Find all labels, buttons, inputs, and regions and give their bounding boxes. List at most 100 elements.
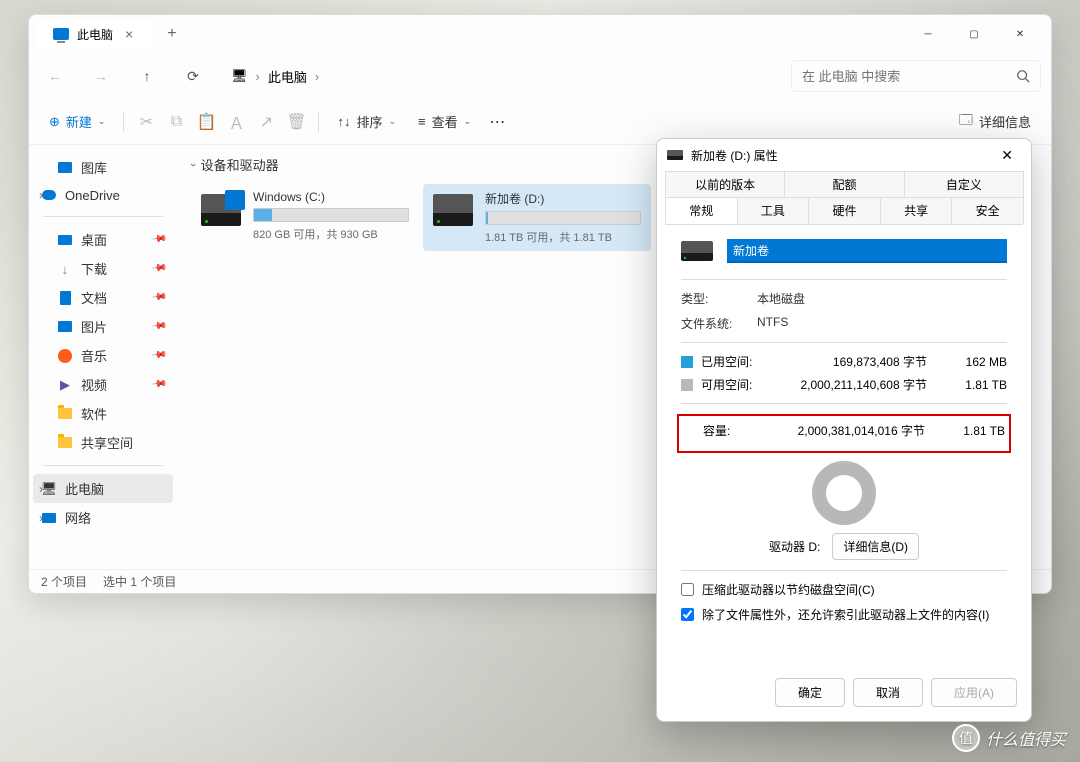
back-button[interactable]: ← <box>39 60 71 92</box>
maximize-button[interactable]: ▢ <box>951 18 997 50</box>
search-icon <box>1016 69 1030 83</box>
used-swatch-icon <box>681 356 693 368</box>
type-label: 类型: <box>681 290 757 307</box>
this-pc-icon <box>53 28 69 40</box>
watermark-text: 什么值得买 <box>986 726 1066 750</box>
details-pane-button[interactable]: 🗔 详细信息 <box>949 105 1041 139</box>
selected-count: 选中 1 个项目 <box>103 573 176 590</box>
search-box[interactable] <box>791 60 1041 92</box>
share-button[interactable]: ↗ <box>252 108 280 136</box>
tab-title: 此电脑 <box>77 26 113 43</box>
apply-button[interactable]: 应用(A) <box>931 678 1017 707</box>
breadcrumb-sep: › <box>315 69 319 84</box>
dialog-body: 类型:本地磁盘 文件系统:NTFS 已用空间: 169,873,408 字节 1… <box>665 224 1023 669</box>
rename-button[interactable]: Ａ <box>222 108 250 136</box>
sidebar-item-desktop[interactable]: 桌面📌 <box>33 225 173 254</box>
sidebar-item-music[interactable]: 音乐📌 <box>33 341 173 370</box>
more-button[interactable]: ⋯ <box>483 108 511 136</box>
cancel-button[interactable]: 取消 <box>853 678 923 707</box>
close-button[interactable]: ✕ <box>997 18 1043 50</box>
used-space-row: 已用空间: 169,873,408 字节 162 MB <box>681 353 1007 370</box>
volume-name-input[interactable] <box>727 239 1007 263</box>
usage-pie-chart <box>812 461 876 525</box>
chevron-down-icon: ⌄ <box>98 116 106 127</box>
dialog-title-bar[interactable]: 新加卷 (D:) 属性 ✕ <box>657 139 1031 171</box>
sidebar-item-documents[interactable]: 文档📌 <box>33 283 173 312</box>
tab-hardware[interactable]: 硬件 <box>808 197 881 224</box>
sidebar: 图库 OneDrive 桌面📌 ↓下载📌 文档📌 图片📌 音乐📌 ▶视频📌 软件… <box>29 145 177 569</box>
index-checkbox[interactable] <box>681 608 694 621</box>
drive-c[interactable]: Windows (C:) 820 GB 可用，共 930 GB <box>191 184 419 251</box>
sidebar-item-downloads[interactable]: ↓下载📌 <box>33 254 173 283</box>
ok-button[interactable]: 确定 <box>775 678 845 707</box>
item-count: 2 个项目 <box>41 573 87 590</box>
paste-button[interactable]: 📋 <box>192 108 220 136</box>
compress-checkbox-row[interactable]: 压缩此驱动器以节约磁盘空间(C) <box>681 581 1007 598</box>
tab-general[interactable]: 常规 <box>665 197 738 224</box>
tab-sharing[interactable]: 共享 <box>880 197 953 224</box>
tab-security[interactable]: 安全 <box>951 197 1024 224</box>
tab-quota[interactable]: 配额 <box>784 171 904 197</box>
sidebar-item-pictures[interactable]: 图片📌 <box>33 312 173 341</box>
dialog-title: 新加卷 (D:) 属性 <box>691 147 778 164</box>
tab-customize[interactable]: 自定义 <box>904 171 1024 197</box>
pin-icon: 📌 <box>150 318 167 334</box>
tabs-container: 以前的版本 配额 自定义 常规 工具 硬件 共享 安全 <box>657 171 1031 224</box>
fs-value: NTFS <box>757 315 1007 332</box>
breadcrumb-root[interactable]: 此电脑 <box>268 67 307 86</box>
new-button[interactable]: ⊕新建⌄ <box>39 106 115 137</box>
sort-button[interactable]: ↑↓ 排序 ⌄ <box>327 106 406 137</box>
chevron-down-icon: ⌄ <box>388 116 396 127</box>
monitor-icon: 🖥 <box>231 68 248 84</box>
forward-button[interactable]: → <box>85 60 117 92</box>
index-checkbox-row[interactable]: 除了文件属性外，还允许索引此驱动器上文件的内容(I) <box>681 606 1007 623</box>
pin-icon: 📌 <box>150 347 167 363</box>
refresh-button[interactable]: ⟳ <box>177 60 209 92</box>
capacity-highlight: 容量: 2,000,381,014,016 字节 1.81 TB <box>677 414 1011 453</box>
watermark-badge-icon: 值 <box>952 724 980 752</box>
drive-usage-bar <box>253 208 409 222</box>
nav-bar: ← → ↑ ⟳ 🖥 › 此电脑 › <box>29 53 1051 99</box>
drive-icon <box>201 194 241 226</box>
close-icon[interactable]: ✕ <box>993 143 1021 168</box>
chevron-down-icon: › <box>187 163 199 167</box>
tab-this-pc[interactable]: 此电脑 × <box>37 20 153 49</box>
drive-icon <box>667 150 683 160</box>
drive-icon <box>433 194 473 226</box>
sidebar-item-network[interactable]: 网络 <box>33 503 173 532</box>
drive-d[interactable]: 新加卷 (D:) 1.81 TB 可用，共 1.81 TB <box>423 184 651 251</box>
copy-button[interactable]: ⧉ <box>162 108 190 136</box>
window-controls: ─ ▢ ✕ <box>905 18 1043 50</box>
delete-button[interactable]: 🗑 <box>282 108 310 136</box>
chevron-down-icon: ⌄ <box>464 116 472 127</box>
view-button[interactable]: ≡ 查看 ⌄ <box>408 106 481 137</box>
tab-close-icon[interactable]: × <box>121 26 137 42</box>
sidebar-item-this-pc[interactable]: 🖥此电脑 <box>33 474 173 503</box>
up-button[interactable]: ↑ <box>131 60 163 92</box>
plus-icon: ⊕ <box>49 114 60 130</box>
drive-usage-bar <box>485 211 641 225</box>
drive-icon <box>681 241 713 261</box>
minimize-button[interactable]: ─ <box>905 18 951 50</box>
disk-cleanup-button[interactable]: 详细信息(D) <box>832 533 919 560</box>
pin-icon: 📌 <box>150 231 167 247</box>
tab-previous-versions[interactable]: 以前的版本 <box>665 171 785 197</box>
sidebar-item-shared[interactable]: 共享空间 <box>33 428 173 457</box>
sidebar-item-gallery[interactable]: 图库 <box>33 153 173 182</box>
properties-dialog: 新加卷 (D:) 属性 ✕ 以前的版本 配额 自定义 常规 工具 硬件 共享 安… <box>656 138 1032 722</box>
sidebar-item-onedrive[interactable]: OneDrive <box>33 182 173 208</box>
new-tab-button[interactable]: + <box>157 25 186 43</box>
drive-name: 新加卷 (D:) <box>485 190 641 207</box>
cut-button[interactable]: ✂ <box>132 108 160 136</box>
search-input[interactable] <box>802 69 1008 84</box>
sidebar-item-videos[interactable]: ▶视频📌 <box>33 370 173 399</box>
dialog-footer: 确定 取消 应用(A) <box>657 668 1031 721</box>
sidebar-item-software[interactable]: 软件 <box>33 399 173 428</box>
watermark: 值 什么值得买 <box>952 724 1066 752</box>
type-value: 本地磁盘 <box>757 290 1007 307</box>
tab-tools[interactable]: 工具 <box>737 197 810 224</box>
drive-status: 1.81 TB 可用，共 1.81 TB <box>485 229 641 245</box>
compress-checkbox[interactable] <box>681 583 694 596</box>
drive-name: Windows (C:) <box>253 190 409 204</box>
breadcrumb[interactable]: 🖥 › 此电脑 › <box>223 67 777 86</box>
